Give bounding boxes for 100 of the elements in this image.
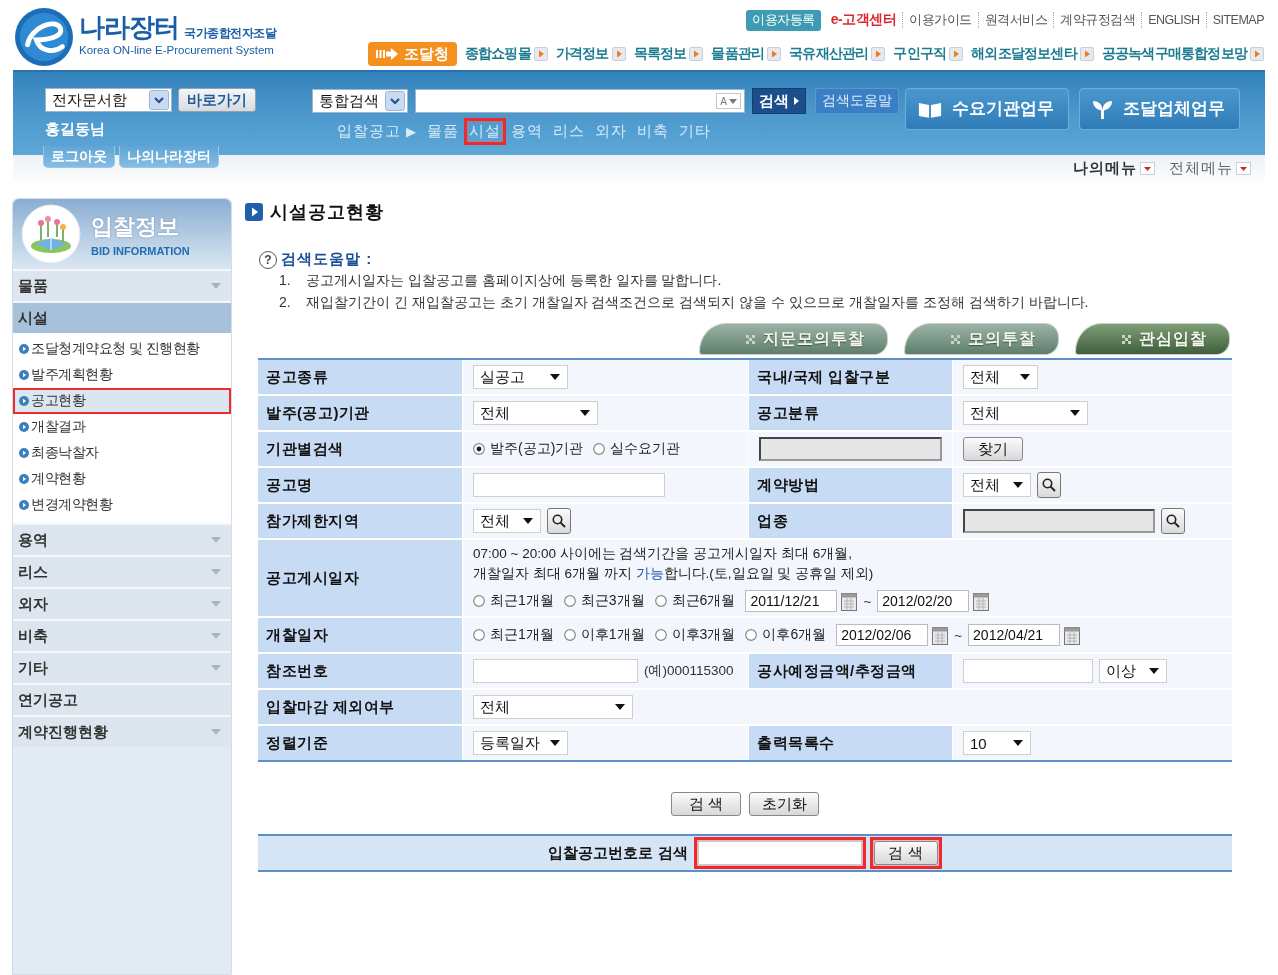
nav-link[interactable]: 종합쇼핑몰 <box>464 45 548 63</box>
radio-option[interactable]: 최근1개월 <box>473 626 554 644</box>
field-label: 입찰마감 제외여부 <box>258 690 462 724</box>
select-dropdown[interactable]: 전체 <box>473 695 633 719</box>
top-link[interactable]: 원격서비스 <box>984 11 1048 29</box>
radio-option[interactable]: 이후3개월 <box>654 626 736 644</box>
menu-button[interactable]: 전체메뉴 <box>1169 159 1251 178</box>
search-button[interactable]: 검색 <box>752 88 806 114</box>
radio-option[interactable]: 이후6개월 <box>745 626 827 644</box>
input-field[interactable] <box>963 659 1093 683</box>
submenu-item[interactable]: 발주계획현황 <box>15 364 229 386</box>
radio-option[interactable]: 발주(공고)기관 <box>473 440 584 458</box>
field-label: 기관별검색 <box>258 432 462 466</box>
nav-link[interactable]: 목록정보 <box>633 45 704 63</box>
bullet-icon <box>19 474 29 484</box>
select-dropdown[interactable]: 등록일자 <box>473 731 568 755</box>
sidebar-item[interactable]: 외자 <box>13 587 231 619</box>
nav-link[interactable]: 물품관리 <box>711 45 782 63</box>
bullet-icon <box>19 344 29 354</box>
input-mode-button[interactable]: A <box>716 93 741 109</box>
top-link[interactable]: ENGLISH <box>1148 13 1200 27</box>
date-field[interactable]: 2012/04/21 <box>968 624 1061 646</box>
select-dropdown[interactable]: 전체 <box>473 401 598 425</box>
date-field[interactable]: 2012/02/06 <box>836 624 929 646</box>
search-icon <box>1166 514 1180 528</box>
book-icon <box>918 100 942 118</box>
nav-link[interactable]: 가격정보 <box>555 45 626 63</box>
go-button[interactable]: 바로가기 <box>178 88 256 112</box>
input-field[interactable] <box>473 659 638 683</box>
radio-option[interactable]: 최근6개월 <box>654 592 736 610</box>
book-flower-icon <box>21 204 81 264</box>
nav-link[interactable]: 해외조달정보센타 <box>971 45 1094 63</box>
search-button[interactable] <box>547 508 571 534</box>
action-button[interactable]: 검 색 <box>671 792 741 816</box>
field-label: 공고분류 <box>749 396 952 430</box>
radio-option[interactable]: 실수요기관 <box>593 440 681 458</box>
top-link[interactable]: SITEMAP <box>1212 13 1264 27</box>
submenu-item[interactable]: 조달청계약요청 및 진행현황 <box>15 338 229 360</box>
caret-icon <box>211 729 221 735</box>
top-link[interactable]: 계약규정검색 <box>1060 11 1136 29</box>
calendar-icon[interactable] <box>841 591 858 611</box>
search-help-button[interactable]: 검색도움말 <box>815 88 899 114</box>
menu-button[interactable]: 나의메뉴 <box>1073 159 1155 178</box>
nav-link[interactable]: 구인구직 <box>893 45 964 63</box>
bullet-icon <box>19 370 29 380</box>
input-field[interactable] <box>473 473 665 497</box>
submenu-item[interactable]: 계약현황 <box>15 468 229 490</box>
top-link[interactable]: e-고객센터 <box>830 11 897 29</box>
sidebar-item[interactable]: 계약진행현황 <box>13 715 231 747</box>
radio-option[interactable]: 이후1개월 <box>563 626 645 644</box>
nav-link[interactable]: 국유재산관리 <box>789 45 886 63</box>
caret-icon <box>1140 162 1155 175</box>
submenu-item[interactable]: 공고현황 <box>15 390 229 412</box>
select-dropdown[interactable]: 10 <box>963 731 1031 755</box>
link[interactable]: 가능 <box>635 566 664 581</box>
user-name: 홍길동님 <box>45 120 105 139</box>
radio-option[interactable]: 최근3개월 <box>563 592 645 610</box>
top-link[interactable]: 이용가이드 <box>909 11 972 29</box>
logo-subtitle: Korea ON-line E-Procurement System <box>79 44 275 56</box>
search-field[interactable]: A <box>415 89 745 113</box>
submenu-item[interactable]: 개찰결과 <box>15 416 229 438</box>
action-button[interactable]: 초기화 <box>749 792 819 816</box>
sidebar-item[interactable]: 리스 <box>13 555 231 587</box>
scope-select[interactable]: 통합검색 <box>312 89 408 113</box>
search-button[interactable] <box>1037 472 1061 498</box>
select-dropdown[interactable]: 전체 <box>963 365 1038 389</box>
calendar-icon[interactable] <box>973 591 990 611</box>
select-dropdown[interactable]: 전체 <box>473 509 541 533</box>
work-button[interactable]: 수요기관업무 <box>905 88 1069 130</box>
calendar-icon[interactable] <box>932 625 949 645</box>
caret-icon <box>550 374 560 380</box>
search-button[interactable]: 검 색 <box>873 841 938 865</box>
search-label: 입찰공고번호로 검색 <box>548 843 688 863</box>
sidebar-item[interactable]: 시설 <box>13 301 231 333</box>
sidebar-item[interactable]: 연기공고 <box>13 683 231 715</box>
select-dropdown[interactable]: 전체 <box>963 401 1088 425</box>
sidebar-item[interactable]: 용역 <box>13 523 231 555</box>
shortcut-tab[interactable]: 관심입찰 <box>1075 323 1230 355</box>
calendar-icon[interactable] <box>1064 625 1081 645</box>
inline-text: (예)000115300 <box>644 662 734 680</box>
date-field[interactable]: 2011/12/21 <box>745 590 838 612</box>
date-field[interactable]: 2012/02/20 <box>877 590 970 612</box>
help-text: 재입찰기간이 긴 재입찰공고는 초기 개찰일자 검색조건으로 검색되지 않을 수 있으므로 개찰일자를 조정해 검색하기 바랍니다. <box>306 293 1089 312</box>
form-button[interactable]: 찾기 <box>963 437 1023 461</box>
search-button[interactable] <box>1161 508 1185 534</box>
document-select[interactable]: 전자문서함 <box>45 88 172 112</box>
submenu-item[interactable]: 최종낙찰자 <box>15 442 229 464</box>
nav-link[interactable]: 공공녹색구매통합정보망 <box>1101 45 1264 63</box>
select-dropdown[interactable]: 실공고 <box>473 365 568 389</box>
field-label: 참가제한지역 <box>258 504 462 538</box>
sidebar-item[interactable]: 물품 <box>13 269 231 301</box>
radio-option[interactable]: 최근1개월 <box>473 592 554 610</box>
inline-text: ~ <box>863 593 872 609</box>
submenu-item[interactable]: 변경계약현황 <box>15 494 229 516</box>
sidebar-item[interactable]: 기타 <box>13 651 231 683</box>
select-dropdown[interactable]: 이상 <box>1099 659 1167 683</box>
work-button[interactable]: 조달업체업무 <box>1079 88 1240 130</box>
field-label: 업종 <box>749 504 952 538</box>
select-dropdown[interactable]: 전체 <box>963 473 1031 497</box>
sidebar-item[interactable]: 비축 <box>13 619 231 651</box>
